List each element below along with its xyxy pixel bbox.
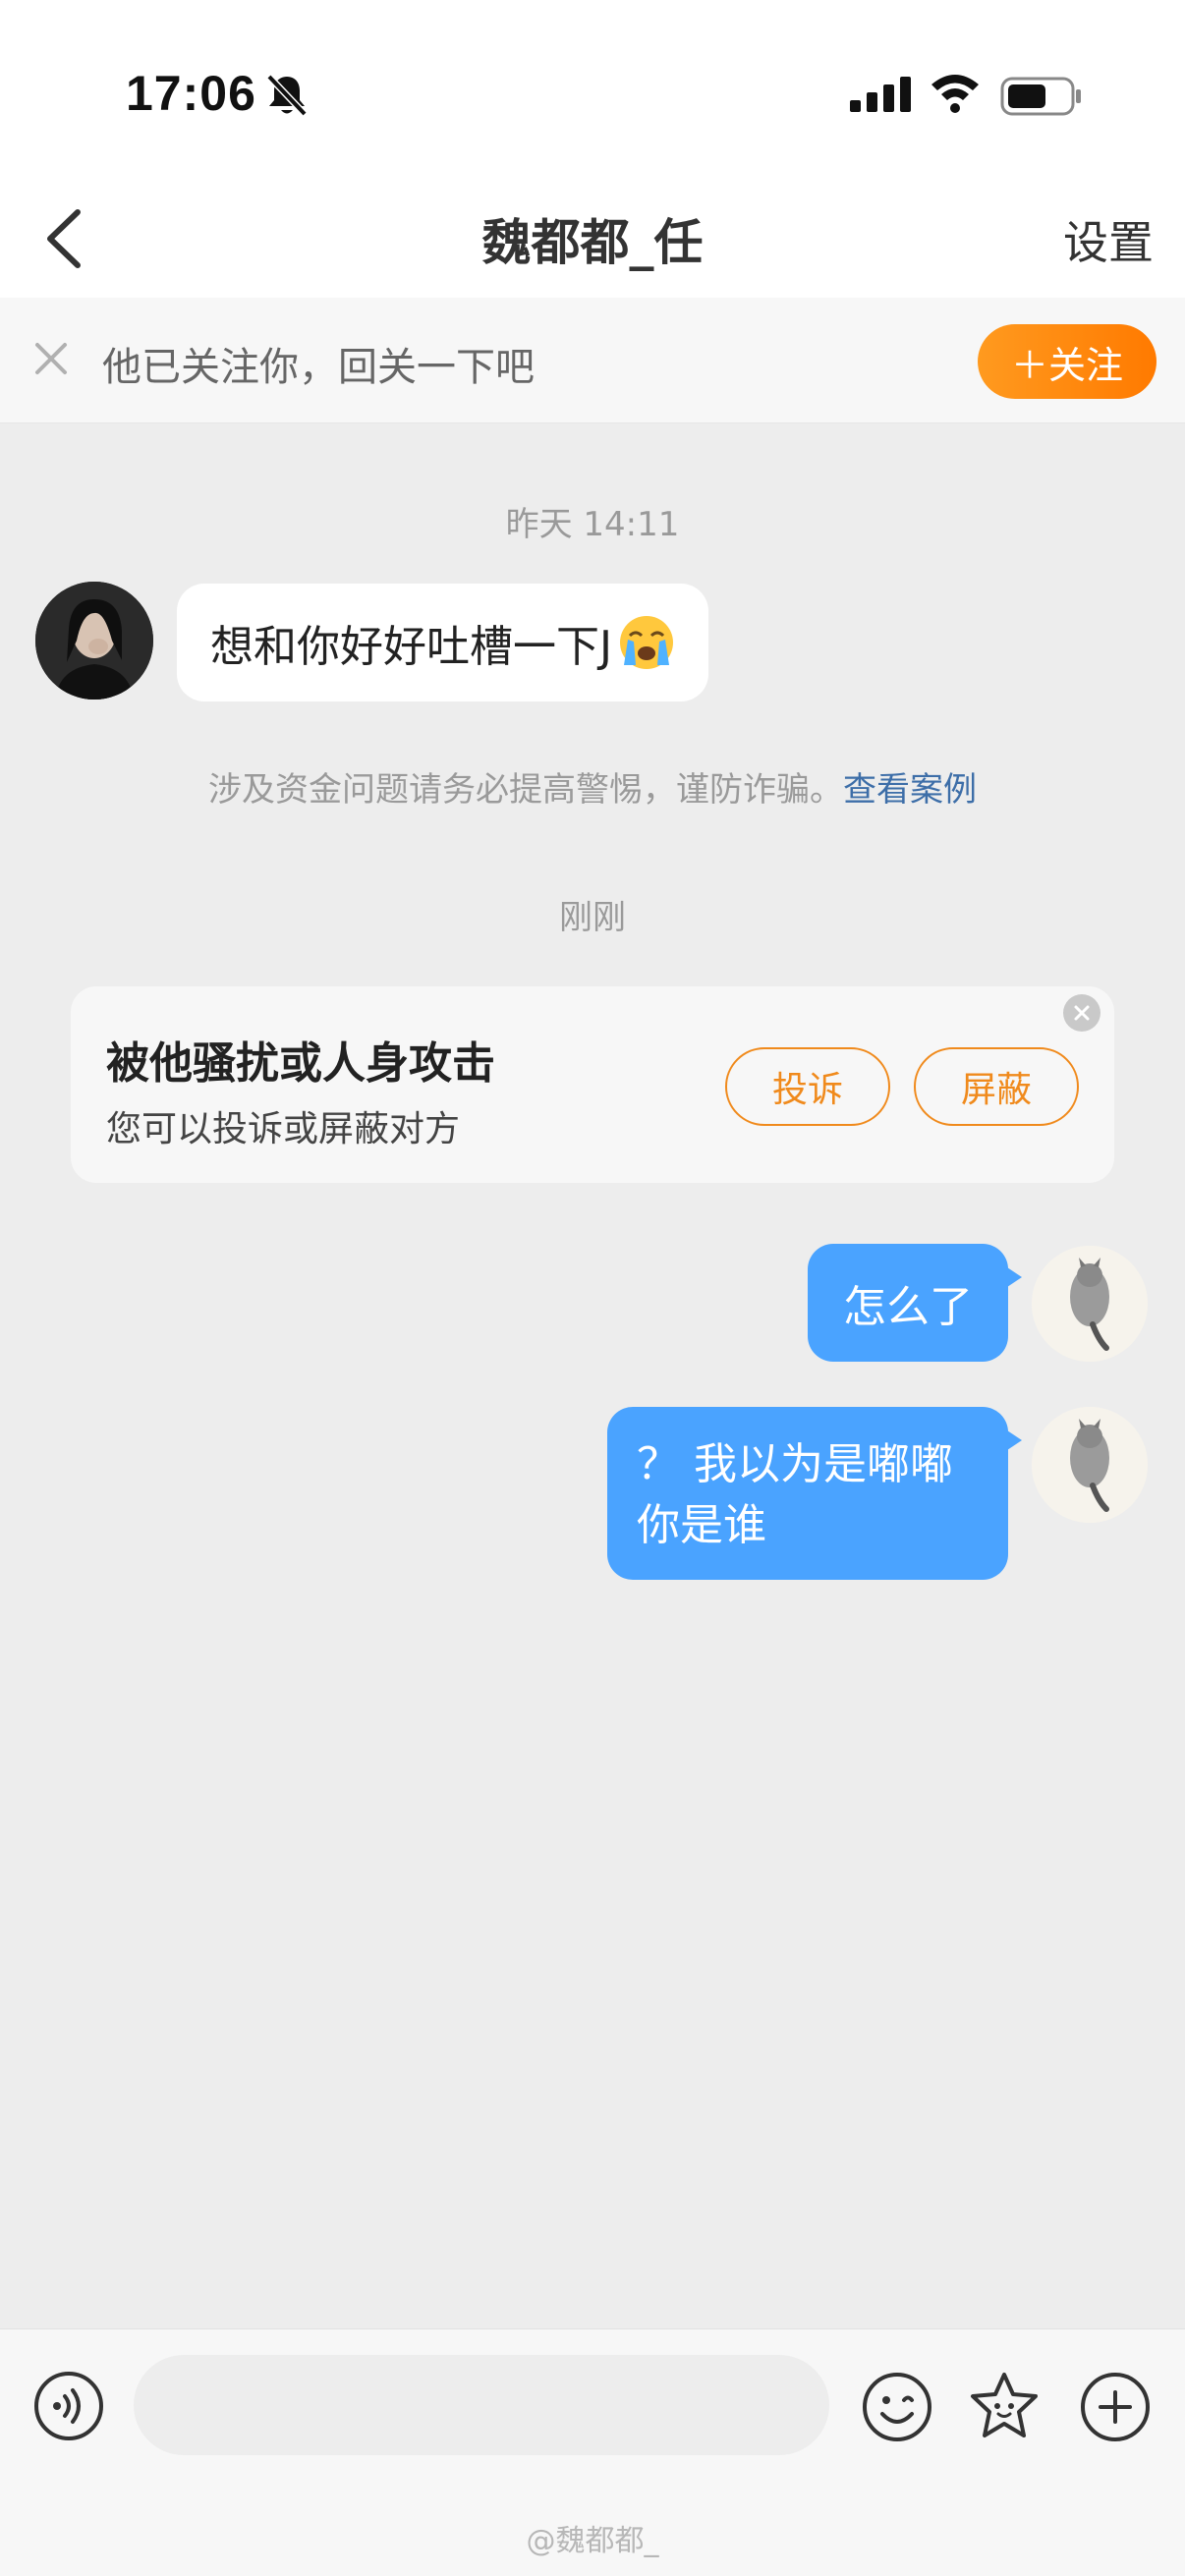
harassment-report-card: 被他骚扰或人身攻击 您可以投诉或屏蔽对方 投诉 屏蔽: [71, 986, 1114, 1183]
outgoing-message-bubble[interactable]: ？ 我以为是嘟嘟 你是谁: [607, 1407, 1022, 1580]
outgoing-message-bubble[interactable]: 怎么了: [808, 1244, 1022, 1362]
emoji-icon[interactable]: [861, 2371, 933, 2443]
close-card-icon[interactable]: [1063, 994, 1100, 1032]
cellular-signal-icon: [850, 77, 911, 116]
page-title: 魏都都_任: [481, 214, 704, 271]
my-avatar[interactable]: [1032, 1246, 1148, 1362]
sticker-icon[interactable]: [967, 2369, 1042, 2443]
crying-face-emoji-icon: [618, 614, 675, 671]
timestamp: 昨天 14:11: [505, 505, 680, 544]
battery-icon: [1000, 77, 1083, 120]
contact-avatar[interactable]: [35, 582, 153, 700]
follow-back-banner: 他已关注你，回关一下吧 ＋关注: [0, 298, 1185, 423]
harassment-card-subtitle: 您可以投诉或屏蔽对方: [106, 1109, 461, 1149]
outgoing-message-text: ？ 我以为是嘟嘟: [637, 1439, 953, 1489]
bell-muted-icon: [265, 73, 309, 122]
settings-button[interactable]: 设置: [1063, 207, 1154, 272]
view-cases-link[interactable]: 查看案例: [843, 770, 977, 810]
safety-warning: 涉及资金问题请务必提高警惕，谨防诈骗。查看案例: [0, 762, 1185, 811]
incoming-message-bubble[interactable]: 想和你好好吐槽一下J: [177, 584, 708, 701]
message-input-bar: @魏都都_: [0, 2328, 1185, 2576]
watermark: @魏都都_: [526, 2524, 659, 2558]
nav-bar: 魏都都_任 设置: [0, 182, 1185, 298]
follow-back-hint: 他已关注你，回关一下吧: [102, 345, 535, 390]
wifi-icon: [930, 71, 981, 118]
outgoing-message-text: 你是谁: [637, 1500, 766, 1550]
harassment-card-title: 被他骚扰或人身攻击: [106, 1038, 495, 1089]
close-icon[interactable]: [31, 339, 71, 378]
complain-button[interactable]: 投诉: [725, 1047, 890, 1126]
block-button[interactable]: 屏蔽: [914, 1047, 1079, 1126]
outgoing-message-text: 怎么了: [843, 1282, 973, 1332]
more-plus-icon[interactable]: [1079, 2371, 1152, 2443]
status-bar: 17:06: [0, 0, 1185, 182]
follow-button[interactable]: ＋关注: [978, 324, 1157, 399]
my-avatar[interactable]: [1032, 1407, 1148, 1523]
message-input[interactable]: [134, 2355, 829, 2455]
timestamp: 刚刚: [559, 898, 626, 937]
voice-input-icon[interactable]: [33, 2371, 104, 2441]
status-time: 17:06: [126, 66, 256, 121]
safety-warning-text: 涉及资金问题请务必提高警惕，谨防诈骗。: [208, 770, 843, 810]
incoming-message-text: 想和你好好吐槽一下J: [210, 622, 612, 672]
